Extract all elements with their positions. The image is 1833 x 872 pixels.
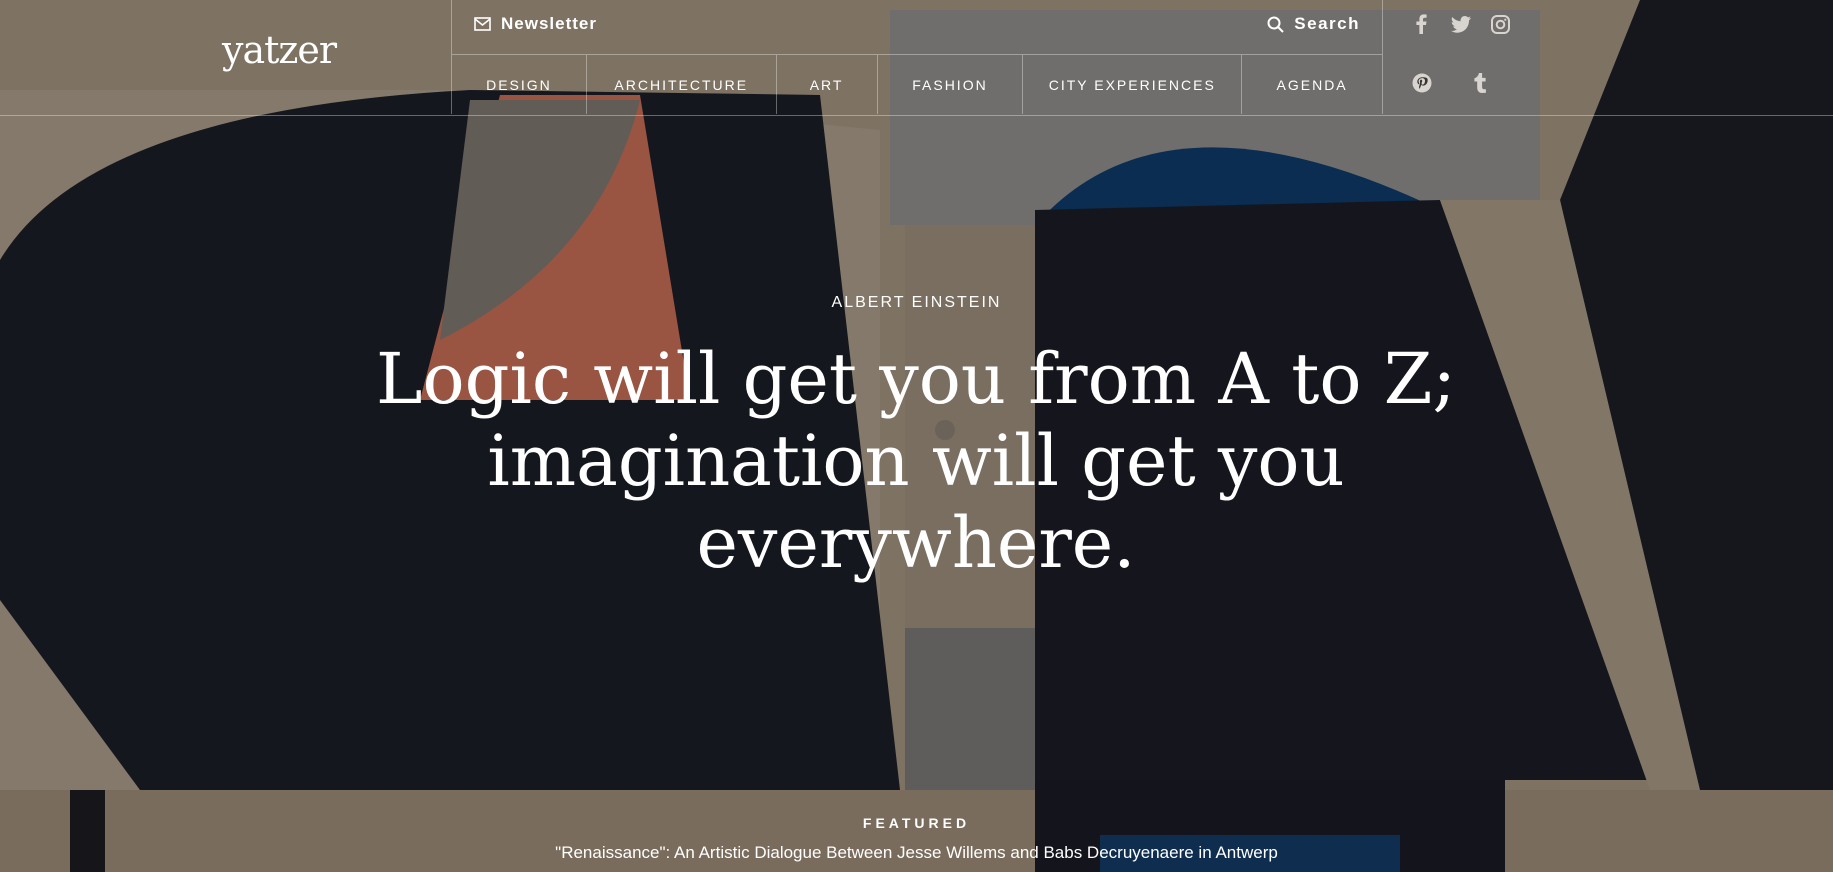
social-links [1382,0,1512,114]
site-header: yatzer Newsletter Search DESIGN ARCHITEC… [0,0,1833,116]
featured-label: FEATURED [862,815,971,831]
newsletter-label: Newsletter [501,14,597,33]
nav-item-design[interactable]: DESIGN [452,55,587,114]
search-icon [1267,16,1285,33]
hero-quote: Logic will get you from A to Z; imaginat… [366,338,1466,584]
envelope-icon [474,17,491,31]
quote-line-2: imagination will get you [487,420,1345,502]
pinterest-icon[interactable] [1410,71,1434,95]
nav-item-city-experiences[interactable]: CITY EXPERIENCES [1023,55,1243,114]
newsletter-button[interactable]: Newsletter [474,14,597,34]
search-button[interactable]: Search [1267,14,1360,34]
main-navigation: Newsletter Search DESIGN ARCHITECTURE AR… [451,0,1383,114]
nav-item-fashion[interactable]: FASHION [878,55,1024,114]
nav-utility-bar: Newsletter Search [452,0,1382,55]
quote-line-1: Logic will get you from A to Z; [376,338,1456,420]
site-logo[interactable]: yatzer [222,28,337,72]
category-nav: DESIGN ARCHITECTURE ART FASHION CITY EXP… [452,55,1382,114]
nav-item-agenda[interactable]: AGENDA [1242,55,1382,114]
featured-article-link[interactable]: "Renaissance": An Artistic Dialogue Betw… [0,843,1833,863]
search-label: Search [1294,14,1360,33]
facebook-icon[interactable] [1409,12,1433,36]
quote-author: ALBERT EINSTEIN [831,294,1002,311]
nav-item-architecture[interactable]: ARCHITECTURE [587,55,777,114]
tumblr-icon[interactable] [1468,71,1492,95]
twitter-icon[interactable] [1449,12,1473,36]
quote-line-3: everywhere. [696,502,1136,584]
instagram-icon[interactable] [1488,12,1512,36]
nav-item-art[interactable]: ART [777,55,878,114]
